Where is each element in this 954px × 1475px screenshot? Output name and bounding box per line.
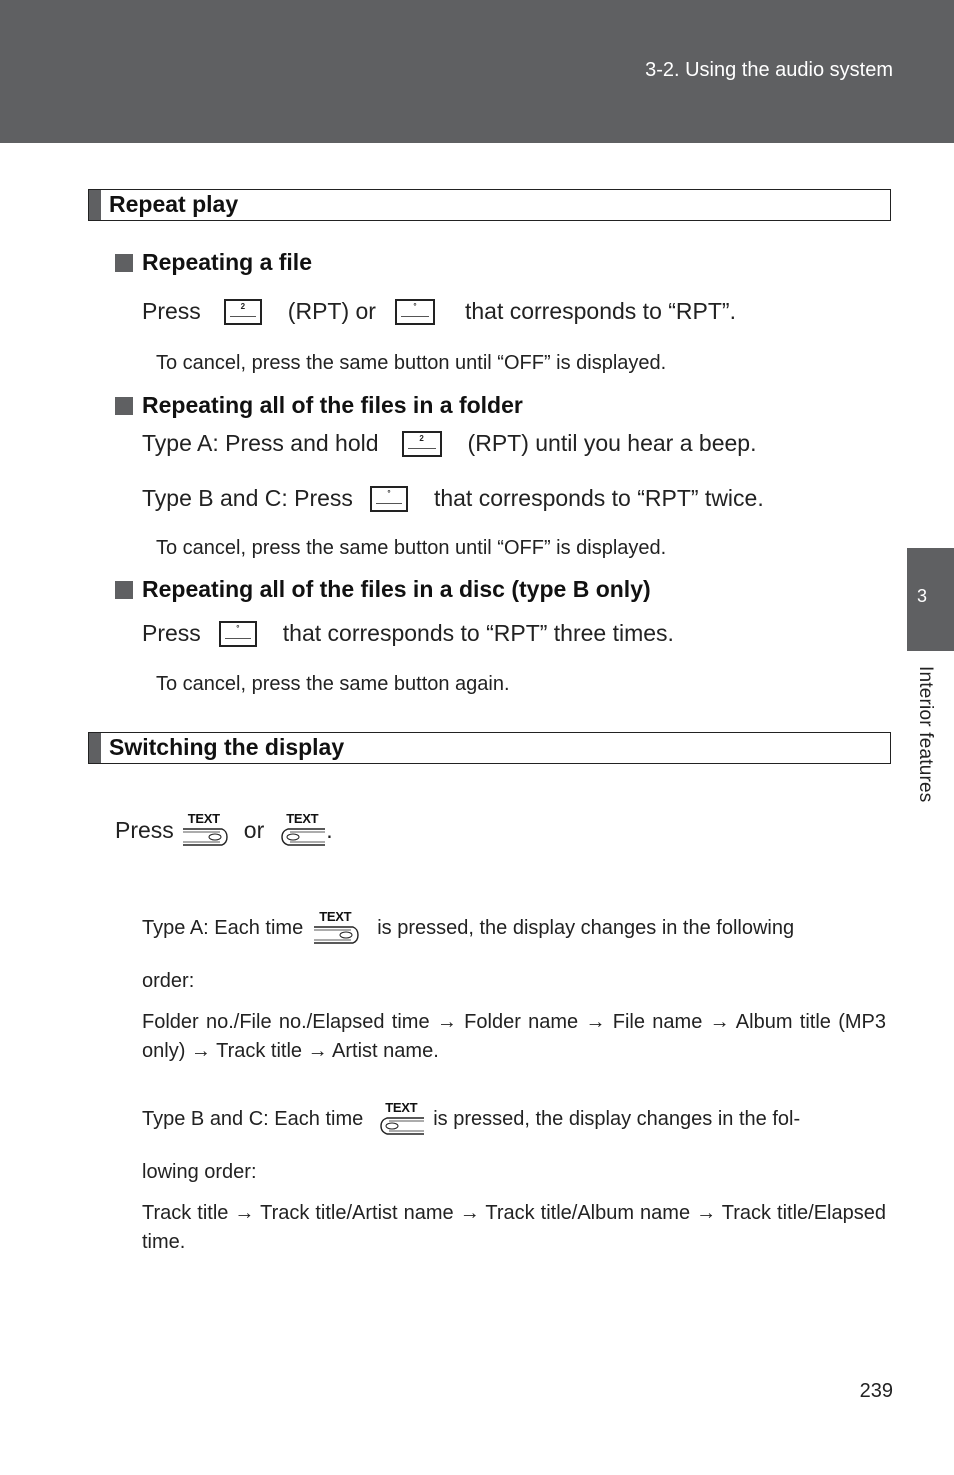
- text-button-a-shape: [314, 926, 359, 944]
- instruction-text: Type A: Press and hold: [142, 430, 379, 456]
- subheading-repeating-file: Repeating a file: [115, 249, 312, 276]
- section-title: Repeat play: [109, 191, 239, 217]
- chapter-label: Interior features: [915, 666, 936, 803]
- text-button-type-a-icon: TEXT: [180, 812, 228, 848]
- subheading-repeating-folder: Repeating all of the files in a folder: [115, 392, 523, 419]
- chapter-number: 3: [917, 586, 928, 606]
- page-number: 239: [859, 1380, 893, 1402]
- type-a-continuation: order:: [142, 970, 195, 992]
- chapter-tab: [907, 548, 954, 651]
- subheading-text: Repeating all of the files in a folder: [142, 392, 523, 418]
- button-caption: TEXT: [187, 811, 220, 826]
- section-heading-repeat-play: Repeat play: [88, 189, 891, 221]
- instruction-repeat-file: Press 2 (RPT) or ° that corresponds to “…: [142, 298, 736, 325]
- instruction-text: .: [326, 816, 333, 843]
- text-button-type-bc-icon: TEXT: [278, 812, 326, 848]
- instruction-text: Press: [142, 620, 201, 646]
- section-title: Switching the display: [109, 734, 345, 760]
- instruction-text: Type B and C: Press: [142, 485, 353, 511]
- instruction-text: (RPT) until you hear a beep.: [467, 430, 757, 456]
- button-caption: TEXT: [319, 909, 352, 924]
- instruction-text: (RPT) or: [287, 298, 376, 324]
- button-underline: [400, 315, 429, 317]
- instruction-text: or: [243, 816, 265, 843]
- button-label: °: [236, 623, 240, 633]
- instruction-text: Press: [115, 816, 174, 843]
- section-heading-switching-display: Switching the display: [88, 732, 891, 764]
- cancel-note: To cancel, press the same button again.: [156, 673, 510, 695]
- text-button-a-shape: [182, 828, 228, 846]
- button-caption: TEXT: [385, 1100, 418, 1115]
- instruction-text: Press: [142, 298, 201, 324]
- button-label: °: [387, 488, 391, 498]
- body-text: Type A: Each time: [142, 916, 304, 939]
- bullet-square-icon: [115, 396, 133, 415]
- instruction-text: that corresponds to “RPT”.: [464, 298, 736, 324]
- button-label: 2: [419, 433, 424, 443]
- button-label: °: [413, 301, 417, 311]
- body-text: is pressed, the display changes in the f…: [433, 1107, 801, 1130]
- text-button-bc-shape: [281, 828, 326, 846]
- bullet-square-icon: [115, 253, 133, 272]
- rpt-button-icon: °: [218, 620, 257, 647]
- text-button-type-bc-icon: TEXT: [377, 1101, 425, 1137]
- instruction-folder-type-a: Type A: Press and hold 2 (RPT) until you…: [142, 430, 756, 457]
- subheading-repeating-disc: Repeating all of the files in a disc (ty…: [115, 576, 651, 603]
- preset-2-button-icon: 2: [223, 298, 262, 325]
- button-underline: [407, 447, 436, 449]
- button-caption: TEXT: [286, 811, 319, 826]
- type-a-sequence: Folder no./File no./Elapsed time → Folde…: [142, 1011, 886, 1062]
- preset-2-button-icon: 2: [401, 430, 442, 457]
- section-accent: [89, 190, 101, 220]
- button-underline: [224, 637, 251, 639]
- type-a-intro: Type A: Each time TEXT is pressed, the d…: [142, 910, 794, 946]
- instruction-text: that corresponds to “RPT” three times.: [282, 620, 674, 646]
- page-header: 3-2. Using the audio system: [0, 0, 954, 143]
- type-bc-continuation: lowing order:: [142, 1161, 257, 1183]
- body-text: is pressed, the display changes in the f…: [377, 916, 795, 939]
- cancel-note: To cancel, press the same button until “…: [156, 352, 667, 374]
- text-button-bc-shape: [380, 1117, 425, 1135]
- instruction-press-text: Press TEXT or TEXT .: [115, 812, 333, 848]
- type-bc-sequence: Track title → Track title/Artist name → …: [142, 1202, 886, 1253]
- subheading-text: Repeating all of the files in a disc (ty…: [142, 576, 651, 602]
- button-underline: [229, 315, 256, 317]
- rpt-button-icon: °: [369, 485, 408, 512]
- instruction-folder-type-bc: Type B and C: Press ° that corresponds t…: [142, 485, 764, 512]
- bullet-square-icon: [115, 580, 133, 599]
- instruction-text: that corresponds to “RPT” twice.: [433, 485, 764, 511]
- instruction-repeat-disc: Press ° that corresponds to “RPT” three …: [142, 620, 674, 647]
- text-button-type-a-icon: TEXT: [311, 910, 359, 946]
- header-section-title: 3-2. Using the audio system: [645, 59, 893, 81]
- cancel-note: To cancel, press the same button until “…: [156, 537, 667, 559]
- rpt-button-icon: °: [394, 298, 435, 325]
- section-accent: [89, 733, 101, 763]
- button-underline: [375, 502, 402, 504]
- type-bc-intro: Type B and C: Each time TEXT is pressed,…: [142, 1101, 800, 1137]
- subheading-text: Repeating a file: [142, 249, 312, 275]
- button-label: 2: [240, 301, 246, 311]
- body-text: Type B and C: Each time: [142, 1107, 364, 1130]
